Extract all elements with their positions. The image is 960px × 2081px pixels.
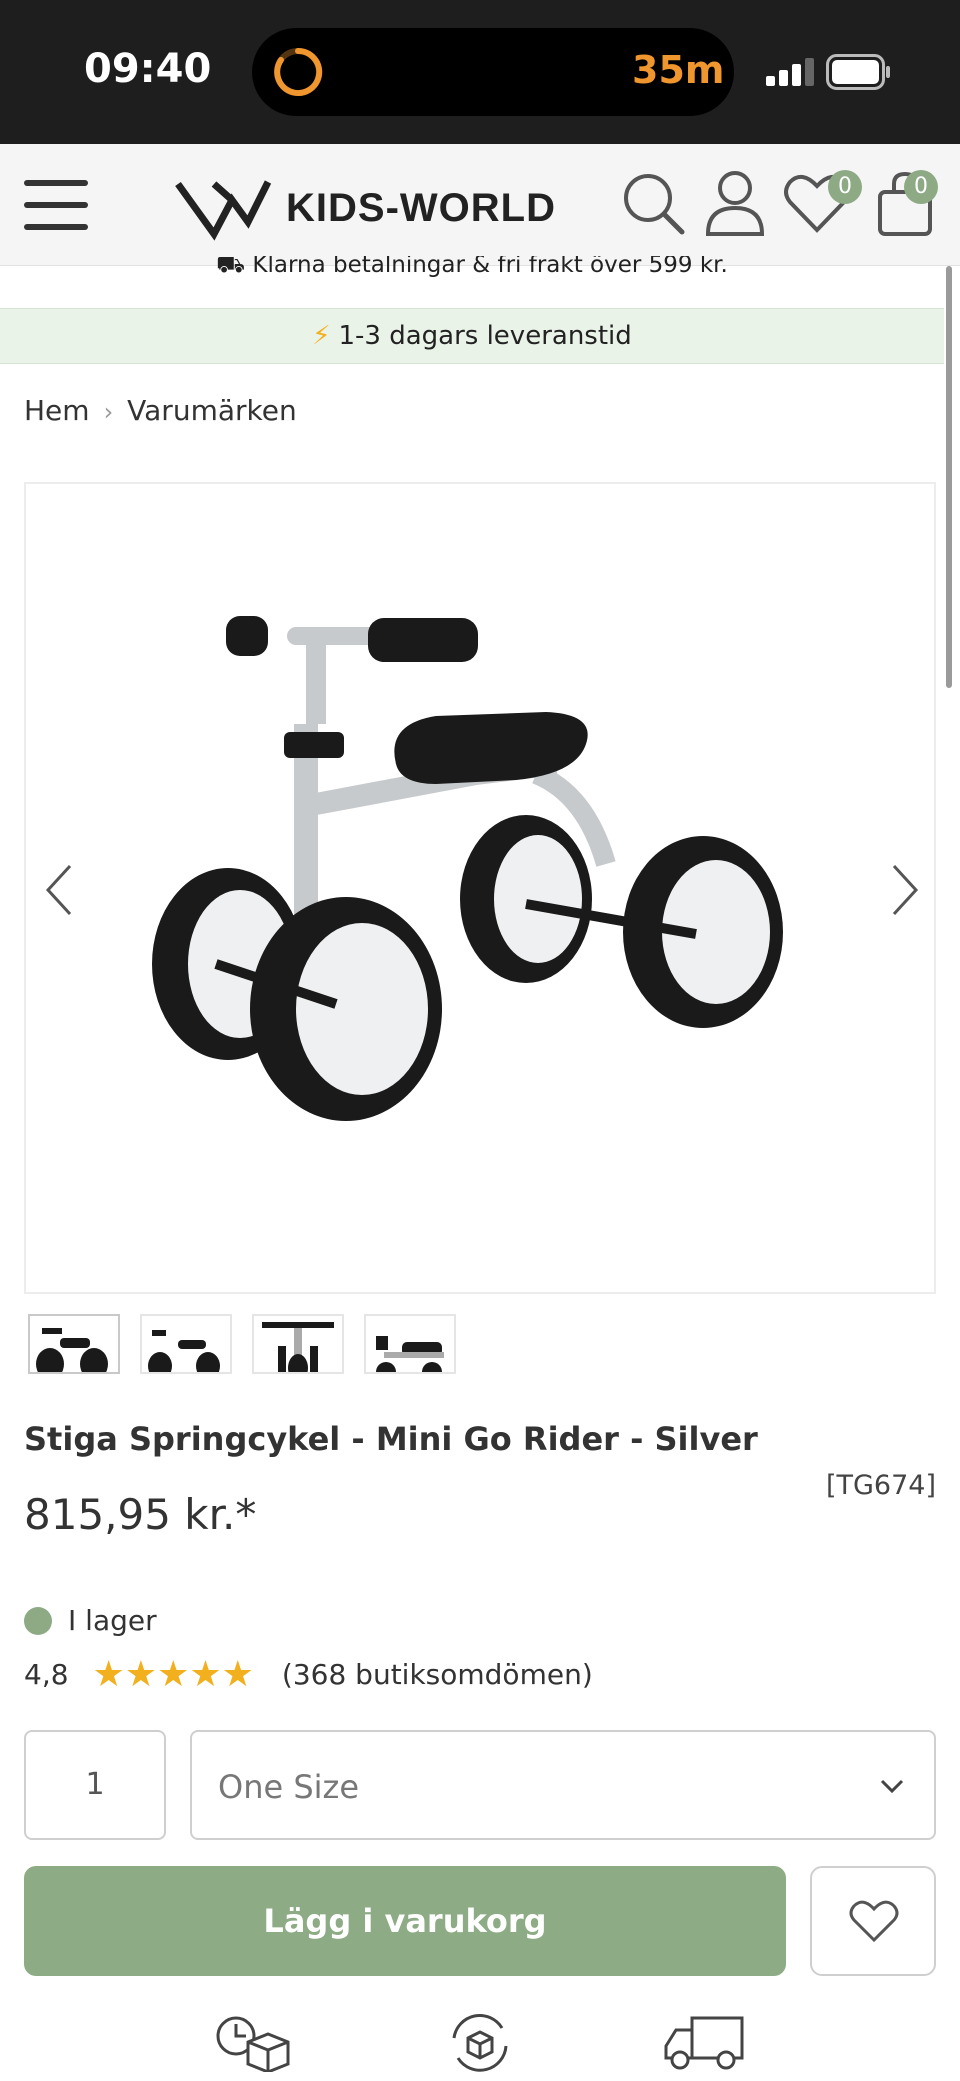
thumbnail-1[interactable]	[28, 1314, 120, 1374]
product-gallery	[24, 482, 936, 1294]
product-image[interactable]	[136, 604, 856, 1144]
product-sku: [TG674]	[825, 1470, 936, 1501]
heart-icon	[849, 1900, 899, 1943]
size-select[interactable]: One Size	[190, 1730, 936, 1840]
rating-row[interactable]: 4,8 ★★★★★ (368 butiksomdömen)	[24, 1654, 593, 1695]
search-icon[interactable]	[618, 168, 688, 238]
site-logo[interactable]: KIDS-WORLD	[174, 164, 574, 246]
status-time: 09:40	[84, 46, 212, 92]
chevron-right-icon[interactable]	[884, 860, 924, 920]
clock-box-icon	[216, 2016, 290, 2072]
star-rating-icon: ★★★★★	[92, 1654, 254, 1695]
return-box-icon	[452, 2014, 508, 2072]
status-bar: 09:40 35m	[0, 0, 960, 144]
battery-icon	[826, 54, 890, 90]
menu-icon[interactable]	[22, 176, 90, 234]
scrollbar[interactable]	[946, 266, 952, 688]
site-header: KIDS-WORLD 0 0	[0, 144, 960, 266]
breadcrumb-link-home[interactable]: Hem	[24, 394, 90, 427]
stock-status: I lager	[24, 1604, 157, 1637]
product-price: 815,95 kr.*	[24, 1490, 257, 1539]
stock-text: I lager	[68, 1604, 157, 1637]
delivery-text: 1-3 dagars leveranstid	[338, 321, 632, 351]
thumbnail-3[interactable]	[252, 1314, 344, 1374]
chevron-down-icon	[880, 1779, 904, 1794]
cart-count-badge: 0	[904, 170, 938, 204]
klarna-icon: ⛟	[216, 256, 253, 278]
lightning-icon: ⚡	[312, 321, 331, 351]
rating-value: 4,8	[24, 1658, 69, 1691]
timer-icon	[274, 47, 323, 96]
activity-text: 35m	[632, 48, 725, 92]
breadcrumb: Hem › Varumärken	[24, 394, 297, 427]
breadcrumb-link-brands[interactable]: Varumärken	[127, 394, 297, 427]
chevron-right-icon: ›	[103, 398, 114, 426]
size-selected-value: One Size	[218, 1768, 360, 1806]
klarna-text: Klarna betalningar & fri frakt över 599 …	[252, 256, 728, 278]
chevron-left-icon[interactable]	[40, 860, 80, 920]
in-stock-dot-icon	[24, 1606, 52, 1635]
thumbnail-2[interactable]	[140, 1314, 232, 1374]
user-icon[interactable]	[700, 168, 770, 238]
add-to-wishlist-button[interactable]	[810, 1866, 936, 1976]
delivery-truck-icon	[664, 2016, 744, 2070]
rating-count[interactable]: (368 butiksomdömen)	[282, 1658, 593, 1691]
wishlist-count-badge: 0	[828, 170, 862, 204]
delivery-banner: ⚡ 1-3 dagars leveranstid	[0, 308, 944, 364]
quantity-input[interactable]: 1	[24, 1730, 166, 1840]
cellular-signal-icon	[766, 58, 814, 86]
klarna-banner: ⛟ Klarna betalningar & fri frakt över 59…	[0, 256, 944, 292]
add-to-cart-button[interactable]: Lägg i varukorg	[24, 1866, 786, 1976]
logo-text: KIDS-WORLD	[286, 186, 556, 230]
thumbnail-4[interactable]	[364, 1314, 456, 1374]
logo-icon	[175, 180, 272, 241]
thumbnail-strip	[24, 1314, 464, 1374]
product-title: Stiga Springcykel - Mini Go Rider - Silv…	[24, 1420, 758, 1458]
